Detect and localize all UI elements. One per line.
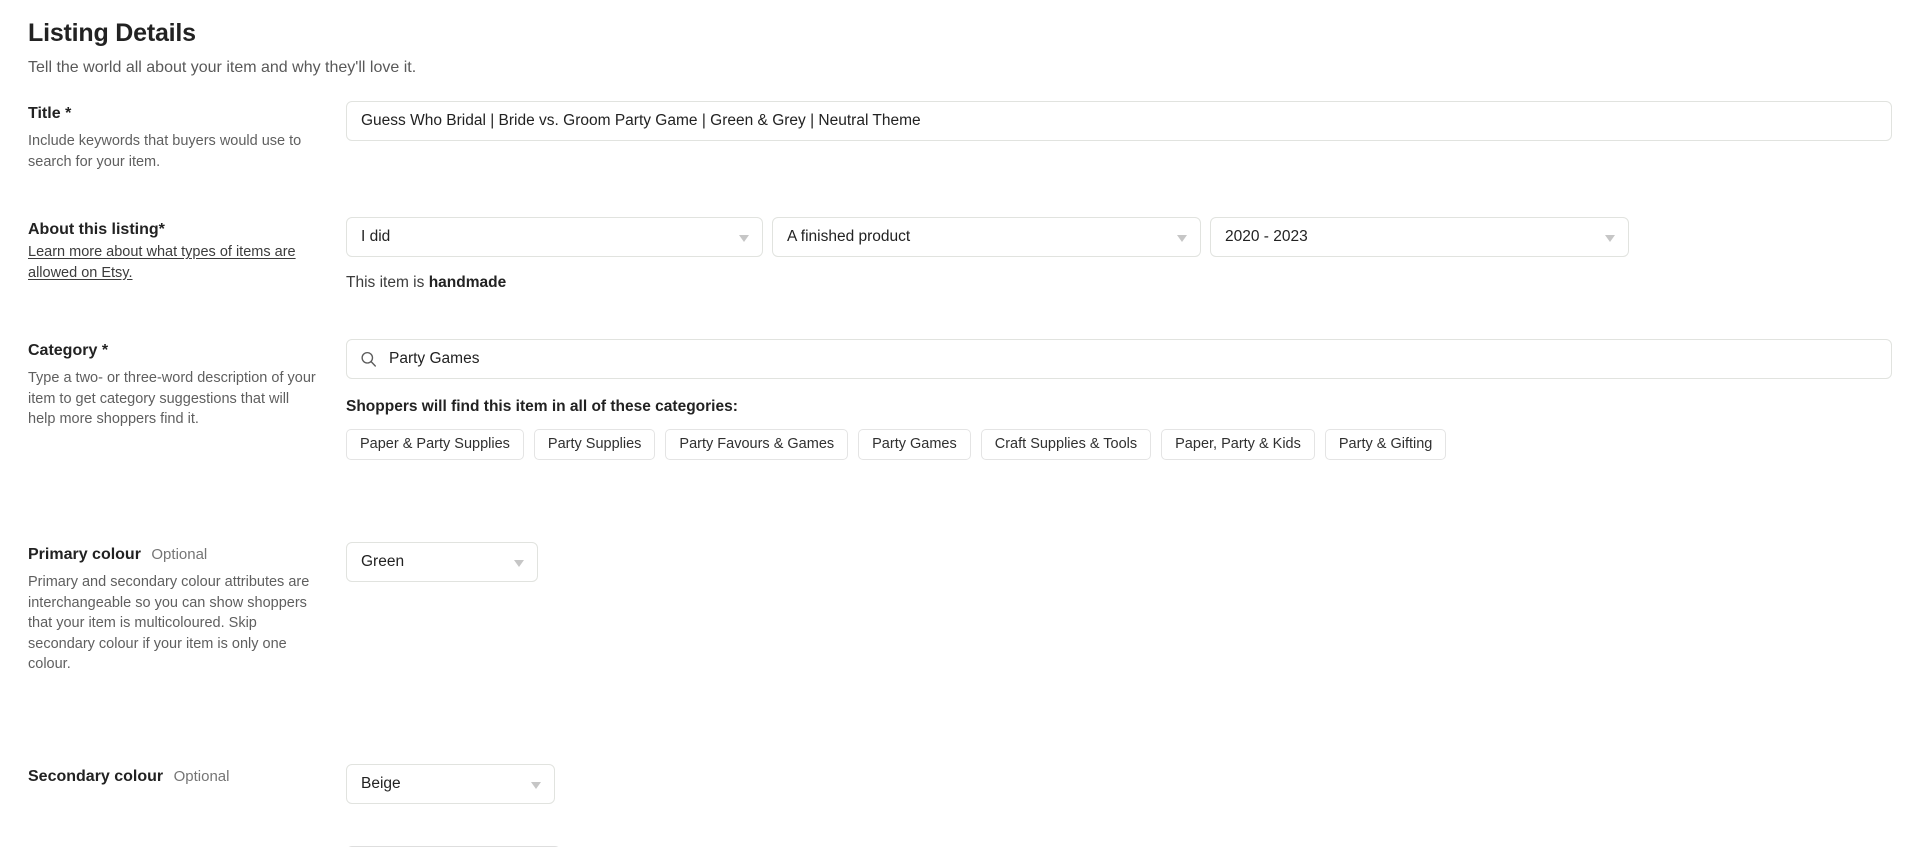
about-label-text: About this listing bbox=[28, 220, 159, 238]
primary-colour-row: Primary colour Optional Primary and seco… bbox=[0, 541, 1920, 675]
who-made-select[interactable]: I did bbox=[346, 216, 763, 257]
what-is-it-value: A finished product bbox=[787, 227, 911, 245]
chevron-down-icon bbox=[531, 782, 541, 790]
primary-colour-optional-tag: Optional bbox=[151, 545, 208, 563]
listing-details-page: Listing Details Tell the world all about… bbox=[0, 0, 1920, 847]
category-label-group: Category * Type a two- or three-word des… bbox=[28, 338, 346, 430]
handmade-summary-prefix: This item is bbox=[346, 273, 429, 291]
category-chip[interactable]: Party & Gifting bbox=[1324, 428, 1447, 460]
category-chip[interactable]: Craft Supplies & Tools bbox=[980, 428, 1152, 460]
who-made-value: I did bbox=[361, 227, 391, 245]
when-made-value: 2020 - 2023 bbox=[1225, 227, 1308, 245]
title-required-asterisk: * bbox=[65, 104, 72, 122]
secondary-colour-label-group: Secondary colour Optional bbox=[28, 764, 346, 788]
category-help-text: Type a two- or three-word description of… bbox=[28, 370, 316, 428]
secondary-colour-label: Secondary colour Optional bbox=[28, 766, 320, 788]
chevron-down-icon bbox=[739, 234, 749, 242]
page-header: Listing Details Tell the world all about… bbox=[0, 18, 1920, 79]
chevron-down-icon bbox=[1177, 234, 1187, 242]
category-chip[interactable]: Party Games bbox=[858, 428, 971, 460]
title-field-group bbox=[346, 100, 1920, 141]
category-search-wrapper bbox=[346, 338, 1892, 379]
page-subtitle: Tell the world all about your item and w… bbox=[28, 59, 417, 76]
category-chip[interactable]: Party Supplies bbox=[533, 428, 656, 460]
category-search-input[interactable] bbox=[346, 338, 1892, 379]
chevron-down-icon bbox=[514, 559, 524, 567]
title-help-text: Include keywords that buyers would use t… bbox=[28, 133, 302, 170]
secondary-colour-field-group: Beige bbox=[346, 764, 1920, 805]
primary-colour-select[interactable]: Green bbox=[346, 541, 538, 582]
when-made-select[interactable]: 2020 - 2023 bbox=[1210, 216, 1629, 257]
primary-colour-help-text: Primary and secondary colour attributes … bbox=[28, 574, 310, 673]
secondary-colour-label-text: Secondary colour bbox=[28, 768, 164, 786]
secondary-colour-value: Beige bbox=[361, 775, 401, 793]
category-chip-row: Paper & Party Supplies Party Supplies Pa… bbox=[346, 428, 1892, 460]
handmade-summary: This item is handmade bbox=[346, 274, 1892, 292]
what-is-it-select[interactable]: A finished product bbox=[772, 216, 1201, 257]
about-listing-row: About this listing* Learn more about wha… bbox=[0, 216, 1920, 292]
title-label-group: Title * Include keywords that buyers wou… bbox=[28, 101, 346, 173]
categories-heading: Shoppers will find this item in all of t… bbox=[346, 397, 738, 415]
primary-colour-label: Primary colour Optional bbox=[28, 544, 320, 566]
about-label: About this listing* bbox=[28, 219, 320, 241]
handmade-summary-value: handmade bbox=[428, 273, 507, 291]
secondary-colour-row: Secondary colour Optional Beige bbox=[0, 764, 1920, 805]
chevron-down-icon bbox=[1605, 234, 1615, 242]
primary-colour-label-group: Primary colour Optional Primary and seco… bbox=[28, 542, 346, 675]
title-label: Title * bbox=[28, 103, 320, 125]
title-label-text: Title bbox=[28, 104, 61, 122]
about-required-asterisk: * bbox=[158, 220, 165, 238]
category-required-asterisk: * bbox=[101, 341, 109, 359]
primary-colour-field-group: Green bbox=[346, 541, 1920, 582]
primary-colour-value: Green bbox=[361, 552, 405, 570]
secondary-colour-optional-tag: Optional bbox=[173, 768, 230, 786]
category-chip[interactable]: Party Favours & Games bbox=[665, 428, 849, 460]
category-chip[interactable]: Paper & Party Supplies bbox=[346, 428, 524, 460]
category-label-text: Category bbox=[28, 341, 98, 359]
title-row: Title * Include keywords that buyers wou… bbox=[0, 100, 1920, 173]
about-selects-row: I did A finished product 2020 - 2023 bbox=[346, 216, 1892, 257]
page-title: Listing Details bbox=[28, 19, 196, 47]
about-learn-more-link[interactable]: Learn more about what types of items are… bbox=[28, 242, 320, 283]
title-input[interactable] bbox=[346, 100, 1892, 141]
about-label-group: About this listing* Learn more about wha… bbox=[28, 217, 346, 284]
primary-colour-label-text: Primary colour bbox=[28, 545, 141, 563]
category-row: Category * Type a two- or three-word des… bbox=[0, 338, 1920, 460]
category-label: Category * bbox=[28, 340, 320, 362]
secondary-colour-select[interactable]: Beige bbox=[346, 764, 555, 805]
category-chip[interactable]: Paper, Party & Kids bbox=[1161, 428, 1315, 460]
about-field-group: I did A finished product 2020 - 2023 Thi… bbox=[346, 216, 1920, 292]
category-field-group: Shoppers will find this item in all of t… bbox=[346, 338, 1920, 460]
